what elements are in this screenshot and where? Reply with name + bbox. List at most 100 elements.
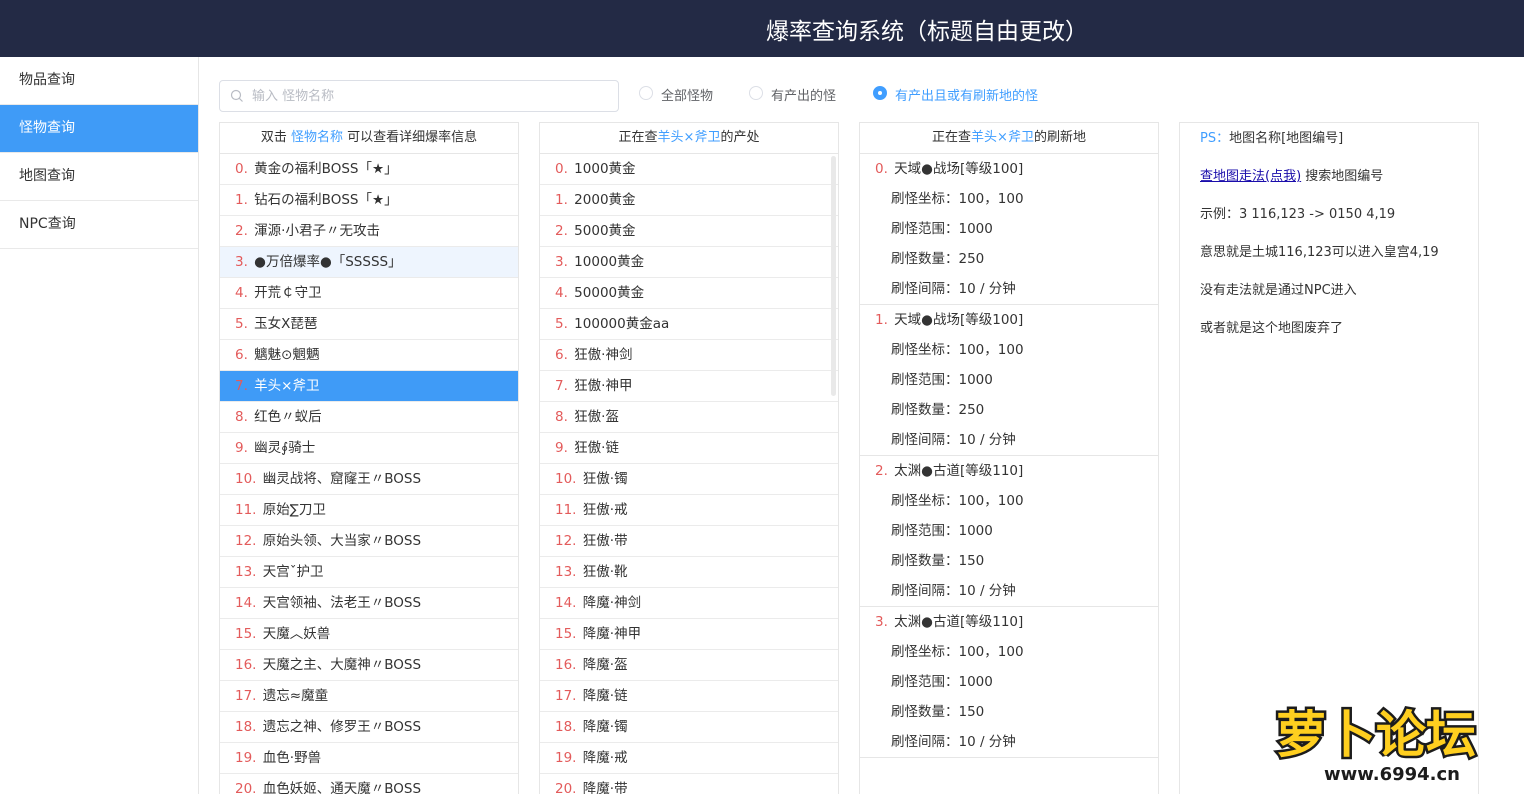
row-index: 1. [875, 312, 888, 328]
monster-list-item[interactable]: 16. 天魔之主、大魔神〃BOSS [220, 650, 518, 681]
monster-list-item[interactable]: 9. 幽灵∮骑士 [220, 433, 518, 464]
monster-list-item[interactable]: 8. 红色〃蚁后 [220, 402, 518, 433]
row-index: 0. [555, 161, 568, 177]
row-index: 6. [235, 347, 248, 363]
row-index: 11. [235, 502, 257, 518]
map-route-link[interactable]: 查地图走法(点我) [1200, 169, 1301, 184]
spawn-coord: 刷怪坐标：100，100 [891, 191, 1024, 207]
radio-checked-icon [873, 86, 887, 100]
row-label: 遗忘≈魔童 [258, 688, 329, 704]
row-index: 3. [555, 254, 568, 270]
row-label: 50000黄金 [569, 285, 645, 301]
drop-list-item[interactable]: 10. 狂傲·镯 [540, 464, 838, 495]
monster-list-item[interactable]: 14. 天宫领袖、法老王〃BOSS [220, 588, 518, 619]
monster-list-item[interactable]: 7. 羊头×斧卫 [220, 371, 518, 402]
row-label: 狂傲·靴 [578, 564, 628, 580]
monster-search-box[interactable] [219, 80, 619, 112]
spawn-range: 刷怪范围：1000 [891, 674, 993, 690]
sidebar-item-monster-query[interactable]: 怪物查询 [0, 105, 198, 153]
drop-list-item[interactable]: 17. 降魔·链 [540, 681, 838, 712]
row-label: 幽灵战将、窟窿王〃BOSS [258, 471, 422, 487]
spawn-count: 刷怪数量：250 [891, 402, 985, 418]
drop-list-item[interactable]: 0. 1000黄金 [540, 154, 838, 185]
row-label: 血色妖姬、通天魔〃BOSS [258, 781, 422, 794]
monster-list-item[interactable]: 15. 天魔︿妖兽 [220, 619, 518, 650]
sidebar-item-map-query[interactable]: 地图查询 [0, 153, 198, 201]
spawn-interval: 刷怪间隔：10 / 分钟 [891, 281, 1016, 297]
row-label: 幽灵∮骑士 [249, 440, 316, 456]
monster-list-item[interactable]: 10. 幽灵战将、窟窿王〃BOSS [220, 464, 518, 495]
row-index: 17. [555, 688, 577, 704]
drop-list-item[interactable]: 1. 2000黄金 [540, 185, 838, 216]
drop-list-item[interactable]: 13. 狂傲·靴 [540, 557, 838, 588]
row-index: 18. [555, 719, 577, 735]
row-index: 20. [235, 781, 257, 794]
drop-list-item[interactable]: 5. 100000黄金aa [540, 309, 838, 340]
drop-list-item[interactable]: 3. 10000黄金 [540, 247, 838, 278]
monster-list-item[interactable]: 18. 遗忘之神、修罗王〃BOSS [220, 712, 518, 743]
sidebar-item-npc-query[interactable]: NPC查询 [0, 201, 198, 249]
row-index: 0. [875, 161, 888, 177]
drop-list-item[interactable]: 14. 降魔·神剑 [540, 588, 838, 619]
drop-list-item[interactable]: 9. 狂傲·链 [540, 433, 838, 464]
drop-list-item[interactable]: 15. 降魔·神甲 [540, 619, 838, 650]
row-label: 狂傲·镯 [578, 471, 628, 487]
spawn-range: 刷怪范围：1000 [891, 523, 993, 539]
spawn-map-name: 2. 太渊●古道[等级110] [860, 460, 1158, 490]
drop-list-panel: 正在查羊头×斧卫的产处 0. 1000黄金 1. 2000黄金 2. 5000黄金 3… [539, 122, 839, 794]
row-index: 20. [555, 781, 577, 794]
row-index: 5. [235, 316, 248, 332]
spawn-interval: 刷怪间隔：10 / 分钟 [891, 432, 1016, 448]
spawn-range: 刷怪范围：1000 [891, 221, 993, 237]
drop-list-item[interactable]: 4. 50000黄金 [540, 278, 838, 309]
monster-list-item[interactable]: 3. ●万倍爆率●「SSSSS」 [220, 247, 518, 278]
drop-list-item[interactable]: 20. 降魔·带 [540, 774, 838, 794]
monster-list-item[interactable]: 12. 原始头领、大当家〃BOSS [220, 526, 518, 557]
monster-list-item[interactable]: 1. 钻石の福利BOSS「★」 [220, 185, 518, 216]
drop-list-item[interactable]: 11. 狂傲·戒 [540, 495, 838, 526]
row-index: 9. [235, 440, 248, 456]
row-index: 15. [555, 626, 577, 642]
spawn-map-entry: 1. 天域●战场[等级100] 刷怪坐标：100，100 刷怪范围：1000 刷怪数量… [860, 305, 1158, 456]
row-index: 12. [235, 533, 257, 549]
sidebar-item-item-query[interactable]: 物品查询 [0, 57, 198, 105]
drop-list-item[interactable]: 2. 5000黄金 [540, 216, 838, 247]
monster-list-item[interactable]: 13. 天宫ˇ护卫 [220, 557, 518, 588]
monster-list-item[interactable]: 19. 血色·野兽 [220, 743, 518, 774]
row-label: 狂傲·戒 [578, 502, 628, 518]
spawn-map-list: 0. 天域●战场[等级100] 刷怪坐标：100，100 刷怪范围：1000 刷怪数量… [860, 154, 1158, 758]
row-label: 天魔︿妖兽 [258, 626, 331, 642]
row-label: 100000黄金aa [569, 316, 670, 332]
monster-list-item[interactable]: 20. 血色妖姬、通天魔〃BOSS [220, 774, 518, 794]
monster-list-item[interactable]: 17. 遗忘≈魔童 [220, 681, 518, 712]
drop-list-item[interactable]: 19. 降魔·戒 [540, 743, 838, 774]
monster-list-item[interactable]: 11. 原始∑刀卫 [220, 495, 518, 526]
row-label: 原始头领、大当家〃BOSS [258, 533, 422, 549]
row-index: 5. [555, 316, 568, 332]
row-label: 魑魅⊙魍魉 [249, 347, 320, 363]
monster-list-item[interactable]: 4. 开荒￠守卫 [220, 278, 518, 309]
map-name-label: 天域●战场[等级100] [889, 161, 1024, 177]
monster-list-item[interactable]: 0. 黄金の福利BOSS「★」 [220, 154, 518, 185]
drop-list-item[interactable]: 6. 狂傲·神剑 [540, 340, 838, 371]
row-label: 玉女Ⅹ琵琶 [249, 316, 318, 332]
drop-list-item[interactable]: 16. 降魔·盔 [540, 650, 838, 681]
search-input[interactable] [252, 86, 602, 106]
row-label: 降魔·神剑 [578, 595, 642, 611]
drop-list-scrollbar[interactable] [831, 156, 836, 396]
row-index: 17. [235, 688, 257, 704]
drop-list-item[interactable]: 7. 狂傲·神甲 [540, 371, 838, 402]
row-label: 狂傲·神剑 [569, 347, 633, 363]
row-label: 1000黄金 [569, 161, 636, 177]
row-index: 11. [555, 502, 577, 518]
map-panel-header: 正在查羊头×斧卫的刷新地 [860, 123, 1158, 154]
monster-list-item[interactable]: 5. 玉女Ⅹ琵琶 [220, 309, 518, 340]
drop-list-item[interactable]: 18. 降魔·镯 [540, 712, 838, 743]
drop-list-item[interactable]: 12. 狂傲·带 [540, 526, 838, 557]
row-index: 2. [555, 223, 568, 239]
monster-list-item[interactable]: 6. 魑魅⊙魍魉 [220, 340, 518, 371]
row-index: 12. [555, 533, 577, 549]
drop-list-item[interactable]: 8. 狂傲·盔 [540, 402, 838, 433]
row-label: 红色〃蚁后 [249, 409, 322, 425]
monster-list-item[interactable]: 2. 渾源·小君子〃无攻击 [220, 216, 518, 247]
